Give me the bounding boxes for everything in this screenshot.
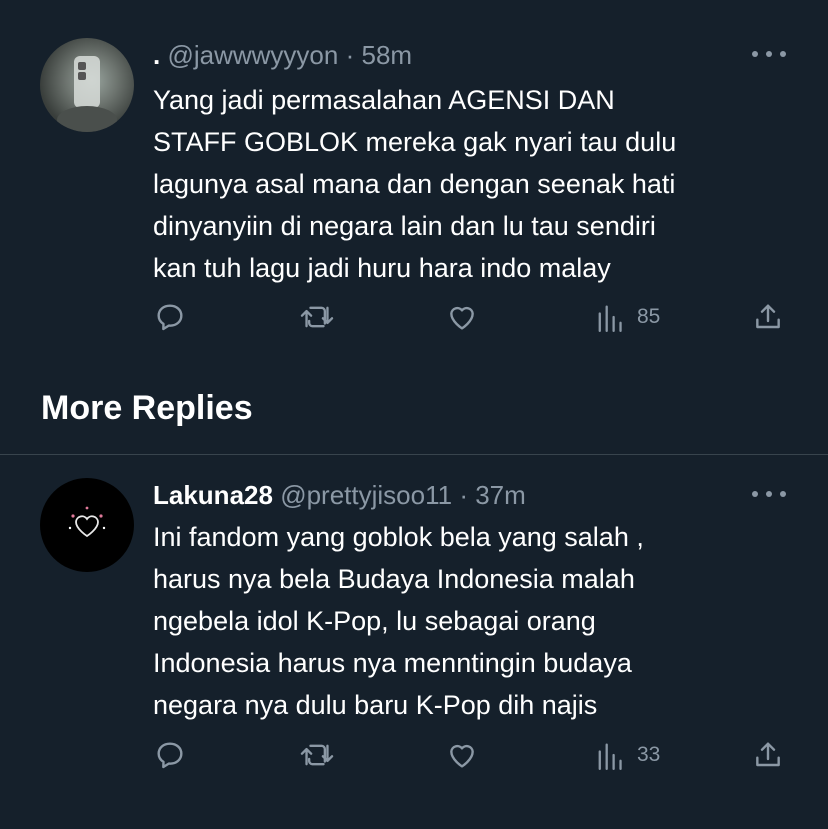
heart-icon — [450, 744, 474, 768]
user-handle[interactable]: @prettyjisoo11 — [280, 480, 452, 510]
tweet-text: Yang jadi permasalahan AGENSI DAN STAFF … — [153, 79, 803, 289]
dot-icon — [780, 51, 786, 57]
dot-icon — [766, 51, 772, 57]
dot-icon — [752, 491, 758, 497]
tweet-actions: 85 — [0, 297, 828, 337]
reply-icon — [157, 742, 183, 769]
tweet-header: . @jawwwyyyon · 58m — [153, 39, 412, 71]
more-options-button[interactable] — [752, 489, 786, 499]
section-title: More Replies — [41, 389, 253, 427]
retweet-button[interactable] — [300, 297, 334, 337]
views-count: 33 — [637, 743, 661, 766]
tweet-line: harus nya bela Budaya Indonesia malah — [153, 564, 635, 594]
retweet-button[interactable] — [300, 735, 334, 775]
phone-selfie-icon — [57, 56, 117, 132]
reply-button[interactable] — [154, 735, 186, 775]
views-count: 85 — [637, 305, 661, 328]
tweet-line: dinyanyiin di negara lain dan lu tau sen… — [153, 211, 656, 241]
separator-dot: · — [345, 40, 355, 70]
display-name[interactable]: Lakuna28 — [153, 480, 273, 510]
tweet-line: ngebela idol K-Pop, lu sebagai orang — [153, 606, 596, 636]
analytics-icon — [598, 743, 622, 770]
tweet-line: STAFF GOBLOK mereka gak nyari tau dulu — [153, 127, 677, 157]
dot-icon — [752, 51, 758, 57]
avatar[interactable] — [40, 38, 134, 132]
separator-dot: · — [459, 480, 468, 510]
heart-icon — [450, 306, 474, 330]
tweet-text: Ini fandom yang goblok bela yang salah ,… — [153, 516, 803, 726]
tweet-line: kan tuh lagu jadi huru hara indo malay — [153, 253, 611, 283]
display-name[interactable]: . — [153, 40, 160, 70]
tweet-line: lagunya asal mana dan dengan seenak hati — [153, 169, 676, 199]
tweet-2[interactable]: Lakuna28 @prettyjisoo11 · 37m Ini fandom… — [0, 455, 828, 829]
timestamp[interactable]: 58m — [362, 40, 413, 70]
reply-button[interactable] — [154, 297, 186, 337]
timestamp[interactable]: 37m — [475, 480, 526, 510]
retweet-icon — [300, 744, 334, 766]
like-button[interactable] — [446, 735, 478, 775]
tweet-1[interactable]: . @jawwwyyyon · 58m Yang jadi permasalah… — [0, 0, 828, 370]
views-button[interactable]: 33 — [595, 735, 660, 775]
tweet-line: negara nya dulu baru K-Pop dih najis — [153, 690, 598, 720]
share-icon — [756, 304, 780, 329]
tweet-header: Lakuna28 @prettyjisoo11 · 37m — [153, 479, 526, 511]
like-button[interactable] — [446, 297, 478, 337]
tweet-line: Indonesia harus nya menntingin budaya — [153, 648, 632, 678]
tweet-actions: 33 — [0, 735, 828, 775]
share-button[interactable] — [752, 735, 784, 775]
share-button[interactable] — [752, 297, 784, 337]
avatar[interactable] — [40, 478, 134, 572]
heart-sparkle-icon — [68, 506, 106, 538]
dot-icon — [766, 491, 772, 497]
tweet-line: Ini fandom yang goblok bela yang salah , — [153, 522, 644, 552]
more-options-button[interactable] — [752, 49, 786, 59]
analytics-icon — [598, 305, 622, 332]
views-button[interactable]: 85 — [595, 297, 660, 337]
retweet-icon — [300, 306, 334, 328]
reply-icon — [157, 304, 183, 331]
dot-icon — [780, 491, 786, 497]
share-icon — [756, 742, 780, 767]
user-handle[interactable]: @jawwwyyyon — [167, 40, 338, 70]
tweet-line: Yang jadi permasalahan AGENSI DAN — [153, 85, 615, 115]
